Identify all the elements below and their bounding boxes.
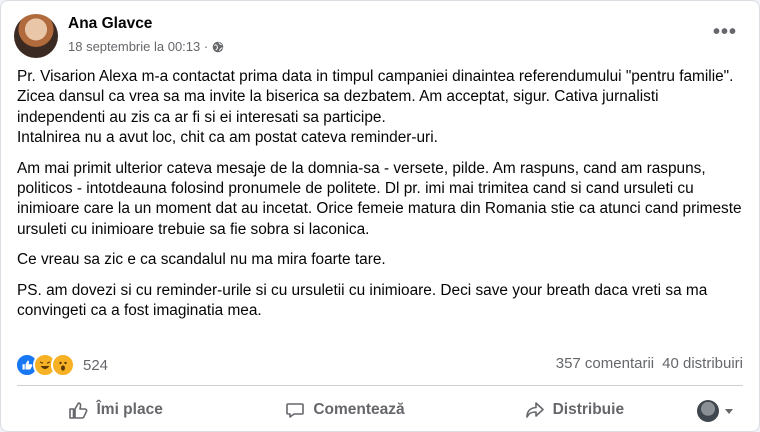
comment-button[interactable]: Comentează bbox=[230, 391, 459, 429]
wow-icon bbox=[51, 353, 75, 377]
comment-icon bbox=[286, 403, 305, 418]
post-paragraph: Pr. Visarion Alexa m-a contactat prima d… bbox=[17, 68, 734, 147]
share-icon bbox=[525, 402, 544, 418]
reaction-count[interactable]: 524 bbox=[83, 357, 108, 374]
post-paragraph: Am mai primit ulterior cateva mesaje de … bbox=[17, 159, 746, 238]
share-button[interactable]: Distribuie bbox=[460, 391, 689, 429]
profile-avatar bbox=[697, 400, 719, 422]
share-label: Distribuie bbox=[552, 401, 625, 418]
like-label: Îmi place bbox=[96, 401, 163, 418]
post-text: Pr. Visarion Alexa m-a contactat prima d… bbox=[17, 67, 747, 331]
author-name[interactable]: Ana Glavce bbox=[68, 15, 152, 33]
post-paragraph: PS. am dovezi si cu reminder-urile si cu… bbox=[17, 281, 712, 320]
post-card: Ana Glavce 18 septembrie la 00:13 · ••• … bbox=[0, 0, 760, 432]
engagement-stats: 357 comentarii 40 distribuiri bbox=[556, 355, 743, 372]
action-bar: Îmi place Comentează Distribuie bbox=[1, 391, 759, 429]
post-paragraph: Ce vreau sa zic e ca scandalul nu ma mir… bbox=[17, 251, 386, 269]
globe-icon bbox=[212, 41, 224, 52]
comments-count[interactable]: 357 comentarii bbox=[556, 355, 654, 372]
more-options-icon[interactable]: ••• bbox=[713, 21, 737, 44]
comment-label: Comentează bbox=[313, 401, 405, 418]
divider bbox=[17, 385, 743, 386]
author-avatar[interactable] bbox=[14, 14, 58, 58]
caret-down-icon bbox=[725, 408, 733, 414]
reactions-summary[interactable]: 524 bbox=[15, 353, 108, 377]
shares-count[interactable]: 40 distribuiri bbox=[662, 355, 743, 372]
reaction-profile-selector[interactable] bbox=[697, 400, 733, 422]
post-meta: 18 septembrie la 00:13 · bbox=[68, 39, 224, 54]
post-timestamp[interactable]: 18 septembrie la 00:13 · bbox=[68, 39, 208, 54]
like-button[interactable]: Îmi place bbox=[1, 391, 230, 429]
thumbs-up-icon bbox=[69, 402, 88, 419]
